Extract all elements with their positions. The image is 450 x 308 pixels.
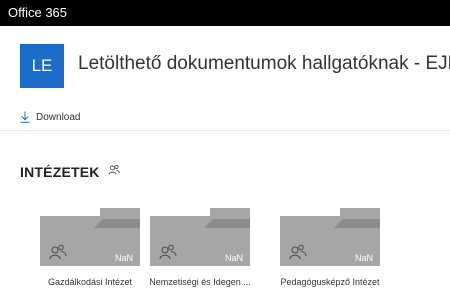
suite-bar: Office 365 (0, 0, 450, 26)
folder-count: NaN (115, 253, 133, 263)
folder-tile[interactable]: NaN Pedagógusképző Intézet (270, 200, 390, 300)
folder-tile[interactable]: NaN Gazdálkodási Intézet (30, 200, 150, 300)
download-icon (20, 111, 30, 123)
folder-name: Pedagógusképző Intézet (280, 277, 380, 287)
people-icon (108, 163, 120, 181)
app-launcher-title[interactable]: Office 365 (8, 5, 67, 20)
folder-icon: NaN (280, 208, 380, 271)
page-title: Letölthető dokumentumok hallgatóknak - E… (78, 53, 450, 74)
section-title: INTÉZETEK (20, 164, 100, 180)
download-button[interactable]: Download (20, 108, 80, 126)
folder-grid: NaN Gazdálkodási Intézet NaN Nemzetiségi… (0, 200, 450, 308)
command-bar: Download (0, 104, 450, 131)
folder-icon: NaN (150, 208, 250, 271)
folder-name: Nemzetiségi és Idegen ... (149, 277, 251, 287)
folder-icon: NaN (40, 208, 140, 271)
folder-name: Gazdálkodási Intézet (47, 277, 133, 287)
folder-tile[interactable]: NaN Nemzetiségi és Idegen ... (140, 200, 260, 300)
folder-count: NaN (225, 253, 243, 263)
folder-count: NaN (355, 253, 373, 263)
section-header: INTÉZETEK (20, 163, 120, 181)
download-label: Download (36, 111, 81, 123)
site-logo[interactable]: LE (20, 44, 64, 88)
